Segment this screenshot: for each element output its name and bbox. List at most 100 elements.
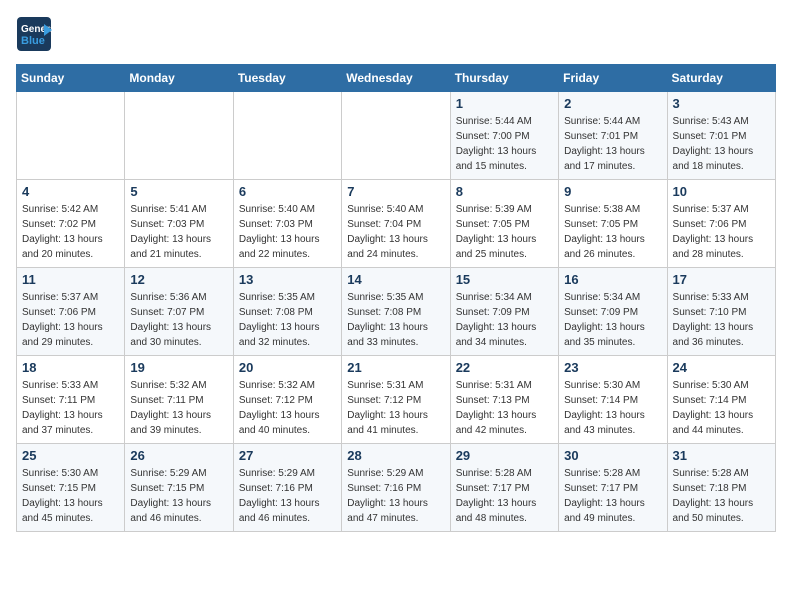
calendar-cell: 14 Sunrise: 5:35 AM Sunset: 7:08 PM Dayli… (342, 268, 450, 356)
day-info: Sunrise: 5:40 AM Sunset: 7:04 PM Dayligh… (347, 202, 444, 262)
logo: General Blue (16, 16, 52, 52)
calendar-cell: 27Sunrise: 5:29 AM Sunset: 7:16 PM Dayli… (233, 444, 341, 532)
day-info: Sunrise: 5:33 AM Sunset: 7:10 PM Dayligh… (673, 290, 770, 350)
day-number: 21 (347, 360, 444, 375)
day-info: Sunrise: 5:32 AM Sunset: 7:11 PM Dayligh… (130, 378, 227, 438)
column-header-tuesday: Tuesday (233, 65, 341, 92)
day-number: 23 (564, 360, 661, 375)
day-info: Sunrise: 5:41 AM Sunset: 7:03 PM Dayligh… (130, 202, 227, 262)
calendar-cell: 28Sunrise: 5:29 AM Sunset: 7:16 PM Dayli… (342, 444, 450, 532)
calendar-cell: 3 Sunrise: 5:43 AM Sunset: 7:01 PM Daylig… (667, 92, 775, 180)
day-info: Sunrise: 5:40 AM Sunset: 7:03 PM Dayligh… (239, 202, 336, 262)
calendar-table: SundayMondayTuesdayWednesdayThursdayFrid… (16, 64, 776, 532)
day-info: Sunrise: 5:35 AM Sunset: 7:08 PM Dayligh… (347, 290, 444, 350)
calendar-cell: 9 Sunrise: 5:38 AM Sunset: 7:05 PM Daylig… (559, 180, 667, 268)
day-info: Sunrise: 5:28 AM Sunset: 7:17 PM Dayligh… (564, 466, 661, 526)
day-number: 27 (239, 448, 336, 463)
column-header-saturday: Saturday (667, 65, 775, 92)
svg-text:Blue: Blue (21, 35, 45, 47)
calendar-cell: 2Sunrise: 5:44 AM Sunset: 7:01 PM Daylig… (559, 92, 667, 180)
day-info: Sunrise: 5:28 AM Sunset: 7:18 PM Dayligh… (673, 466, 770, 526)
calendar-cell: 11 Sunrise: 5:37 AM Sunset: 7:06 PM Dayli… (17, 268, 125, 356)
calendar-cell: 19Sunrise: 5:32 AM Sunset: 7:11 PM Dayli… (125, 356, 233, 444)
day-number: 5 (130, 184, 227, 199)
calendar-cell: 29 Sunrise: 5:28 AM Sunset: 7:17 PM Dayli… (450, 444, 558, 532)
day-number: 16 (564, 272, 661, 287)
day-number: 31 (673, 448, 770, 463)
day-info: Sunrise: 5:37 AM Sunset: 7:06 PM Dayligh… (673, 202, 770, 262)
day-info: Sunrise: 5:44 AM Sunset: 7:00 PM Dayligh… (456, 114, 553, 174)
day-info: Sunrise: 5:37 AM Sunset: 7:06 PM Dayligh… (22, 290, 119, 350)
day-number: 13 (239, 272, 336, 287)
day-info: Sunrise: 5:38 AM Sunset: 7:05 PM Dayligh… (564, 202, 661, 262)
day-info: Sunrise: 5:29 AM Sunset: 7:15 PM Dayligh… (130, 466, 227, 526)
week-row-3: 11 Sunrise: 5:37 AM Sunset: 7:06 PM Dayli… (17, 268, 776, 356)
day-info: Sunrise: 5:33 AM Sunset: 7:11 PM Dayligh… (22, 378, 119, 438)
day-number: 20 (239, 360, 336, 375)
calendar-cell: 5 Sunrise: 5:41 AM Sunset: 7:03 PM Daylig… (125, 180, 233, 268)
column-header-thursday: Thursday (450, 65, 558, 92)
day-number: 11 (22, 272, 119, 287)
day-number: 8 (456, 184, 553, 199)
calendar-cell: 21 Sunrise: 5:31 AM Sunset: 7:12 PM Dayli… (342, 356, 450, 444)
day-number: 6 (239, 184, 336, 199)
day-info: Sunrise: 5:32 AM Sunset: 7:12 PM Dayligh… (239, 378, 336, 438)
day-number: 10 (673, 184, 770, 199)
column-header-sunday: Sunday (17, 65, 125, 92)
column-header-wednesday: Wednesday (342, 65, 450, 92)
day-info: Sunrise: 5:29 AM Sunset: 7:16 PM Dayligh… (347, 466, 444, 526)
calendar-cell: 23 Sunrise: 5:30 AM Sunset: 7:14 PM Dayli… (559, 356, 667, 444)
calendar-body: 1 Sunrise: 5:44 AM Sunset: 7:00 PM Daylig… (17, 92, 776, 532)
calendar-cell (342, 92, 450, 180)
calendar-cell: 8 Sunrise: 5:39 AM Sunset: 7:05 PM Daylig… (450, 180, 558, 268)
day-number: 22 (456, 360, 553, 375)
calendar-cell: 18 Sunrise: 5:33 AM Sunset: 7:11 PM Dayli… (17, 356, 125, 444)
calendar-cell: 30 Sunrise: 5:28 AM Sunset: 7:17 PM Dayli… (559, 444, 667, 532)
day-info: Sunrise: 5:35 AM Sunset: 7:08 PM Dayligh… (239, 290, 336, 350)
day-number: 30 (564, 448, 661, 463)
calendar-cell: 16Sunrise: 5:34 AM Sunset: 7:09 PM Dayli… (559, 268, 667, 356)
week-row-4: 18 Sunrise: 5:33 AM Sunset: 7:11 PM Dayli… (17, 356, 776, 444)
week-row-1: 1 Sunrise: 5:44 AM Sunset: 7:00 PM Daylig… (17, 92, 776, 180)
day-number: 9 (564, 184, 661, 199)
day-info: Sunrise: 5:28 AM Sunset: 7:17 PM Dayligh… (456, 466, 553, 526)
calendar-cell (17, 92, 125, 180)
day-number: 24 (673, 360, 770, 375)
day-info: Sunrise: 5:30 AM Sunset: 7:14 PM Dayligh… (564, 378, 661, 438)
day-info: Sunrise: 5:30 AM Sunset: 7:15 PM Dayligh… (22, 466, 119, 526)
calendar-cell: 7 Sunrise: 5:40 AM Sunset: 7:04 PM Daylig… (342, 180, 450, 268)
day-number: 17 (673, 272, 770, 287)
calendar-cell: 26 Sunrise: 5:29 AM Sunset: 7:15 PM Dayli… (125, 444, 233, 532)
day-number: 14 (347, 272, 444, 287)
calendar-cell: 31 Sunrise: 5:28 AM Sunset: 7:18 PM Dayli… (667, 444, 775, 532)
day-info: Sunrise: 5:39 AM Sunset: 7:05 PM Dayligh… (456, 202, 553, 262)
calendar-cell: 6 Sunrise: 5:40 AM Sunset: 7:03 PM Daylig… (233, 180, 341, 268)
day-info: Sunrise: 5:31 AM Sunset: 7:13 PM Dayligh… (456, 378, 553, 438)
day-info: Sunrise: 5:31 AM Sunset: 7:12 PM Dayligh… (347, 378, 444, 438)
day-info: Sunrise: 5:30 AM Sunset: 7:14 PM Dayligh… (673, 378, 770, 438)
calendar-cell: 13 Sunrise: 5:35 AM Sunset: 7:08 PM Dayli… (233, 268, 341, 356)
day-number: 26 (130, 448, 227, 463)
calendar-cell: 12Sunrise: 5:36 AM Sunset: 7:07 PM Dayli… (125, 268, 233, 356)
calendar-cell: 22 Sunrise: 5:31 AM Sunset: 7:13 PM Dayli… (450, 356, 558, 444)
day-number: 3 (673, 96, 770, 111)
calendar-header-row: SundayMondayTuesdayWednesdayThursdayFrid… (17, 65, 776, 92)
day-number: 7 (347, 184, 444, 199)
day-number: 12 (130, 272, 227, 287)
column-header-friday: Friday (559, 65, 667, 92)
week-row-5: 25Sunrise: 5:30 AM Sunset: 7:15 PM Dayli… (17, 444, 776, 532)
page-header: General Blue (16, 16, 776, 52)
calendar-cell: 15Sunrise: 5:34 AM Sunset: 7:09 PM Dayli… (450, 268, 558, 356)
calendar-cell: 17 Sunrise: 5:33 AM Sunset: 7:10 PM Dayli… (667, 268, 775, 356)
week-row-2: 4Sunrise: 5:42 AM Sunset: 7:02 PM Daylig… (17, 180, 776, 268)
day-number: 29 (456, 448, 553, 463)
day-number: 1 (456, 96, 553, 111)
calendar-cell: 20 Sunrise: 5:32 AM Sunset: 7:12 PM Dayli… (233, 356, 341, 444)
calendar-cell: 24 Sunrise: 5:30 AM Sunset: 7:14 PM Dayli… (667, 356, 775, 444)
day-info: Sunrise: 5:34 AM Sunset: 7:09 PM Dayligh… (456, 290, 553, 350)
day-info: Sunrise: 5:43 AM Sunset: 7:01 PM Dayligh… (673, 114, 770, 174)
calendar-cell (233, 92, 341, 180)
day-info: Sunrise: 5:42 AM Sunset: 7:02 PM Dayligh… (22, 202, 119, 262)
day-number: 18 (22, 360, 119, 375)
day-number: 2 (564, 96, 661, 111)
